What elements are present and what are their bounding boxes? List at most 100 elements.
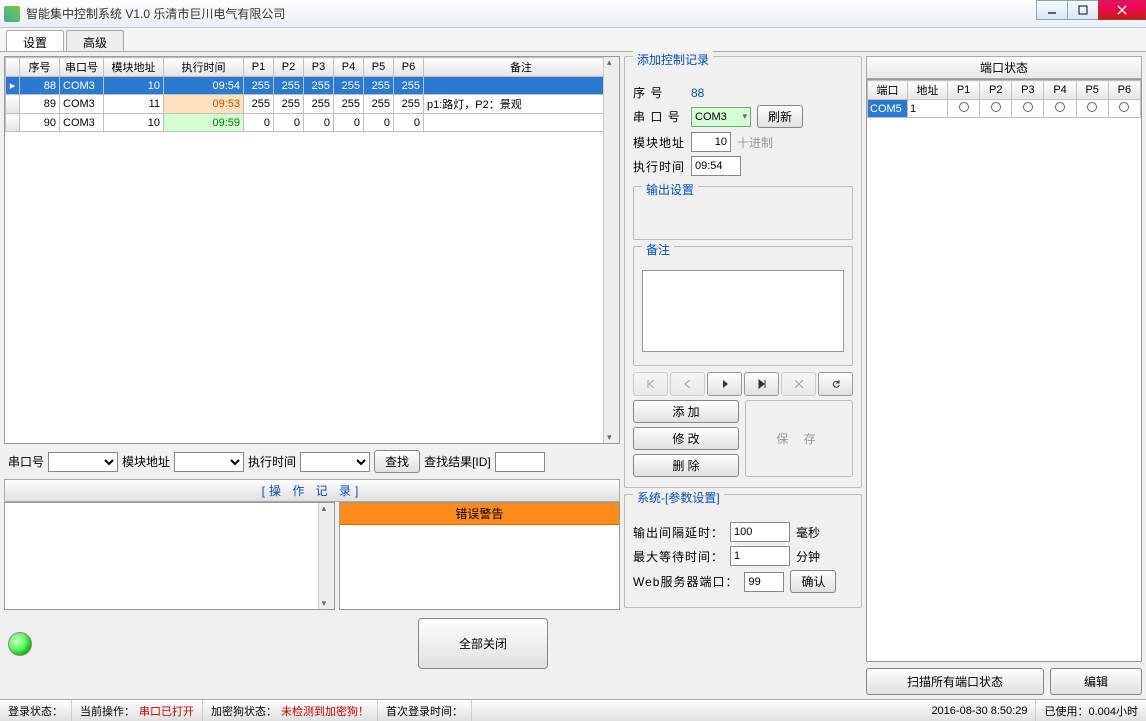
col-seq[interactable]: 序号 xyxy=(20,58,60,77)
filter-time-label: 执行时间 xyxy=(248,453,296,470)
p2-dot xyxy=(991,102,1001,112)
table-row[interactable]: ▸88COM31009:54255255255255255255 xyxy=(6,77,619,95)
cell-port: COM3 xyxy=(60,77,104,95)
col-p1[interactable]: P1 xyxy=(244,58,274,77)
pcol-p3[interactable]: P3 xyxy=(1012,81,1044,100)
records-table[interactable]: 序号 串口号 模块地址 执行时间 P1 P2 P3 P4 P5 P6 备注 ▸8… xyxy=(5,57,619,132)
table-scrollbar[interactable] xyxy=(603,57,619,443)
col-p2[interactable]: P2 xyxy=(274,58,304,77)
modify-button[interactable]: 修 改 xyxy=(633,427,739,450)
find-result-input[interactable] xyxy=(495,452,545,472)
oplog-box[interactable] xyxy=(4,502,335,610)
save-button[interactable]: 保 存 xyxy=(745,400,853,477)
window-title: 智能集中控制系统 V1.0 乐清市巨川电气有限公司 xyxy=(26,5,1142,22)
filter-port-label: 串口号 xyxy=(8,453,44,470)
note-group: 备注 xyxy=(633,246,853,366)
p3-dot xyxy=(1023,102,1033,112)
nav-prev-button xyxy=(670,372,705,396)
col-port[interactable]: 串口号 xyxy=(60,58,104,77)
nav-refresh-button[interactable] xyxy=(818,372,853,396)
time-input[interactable] xyxy=(691,156,741,176)
cell-seq: 89 xyxy=(20,95,60,114)
first-login: 首次登录时间： xyxy=(378,700,472,721)
port-table[interactable]: 端口 地址 P1 P2 P3 P4 P5 P6 COM5 1 xyxy=(867,80,1141,118)
col-time[interactable]: 执行时间 xyxy=(164,58,244,77)
note-group-title: 备注 xyxy=(642,241,674,258)
find-button[interactable]: 查找 xyxy=(374,450,420,473)
maximize-button[interactable] xyxy=(1067,0,1099,20)
refresh-button[interactable]: 刷新 xyxy=(757,105,803,128)
cell-port: COM3 xyxy=(60,95,104,114)
confirm-button[interactable]: 确认 xyxy=(790,570,836,593)
tab-advanced[interactable]: 高级 xyxy=(66,30,124,51)
cell-time: 09:54 xyxy=(164,77,244,95)
tab-settings[interactable]: 设置 xyxy=(6,30,64,51)
filter-row: 串口号 模块地址 执行时间 查找 查找结果[ID] xyxy=(4,444,620,479)
delete-button[interactable]: 删 除 xyxy=(633,454,739,477)
port-status-title: 端口状态 xyxy=(866,56,1142,79)
col-note[interactable]: 备注 xyxy=(424,58,619,77)
pcol-p6[interactable]: P6 xyxy=(1108,81,1140,100)
right-buttons: 扫描所有端口状态 编辑 xyxy=(866,662,1142,695)
minimize-button[interactable] xyxy=(1036,0,1068,20)
delay-unit: 毫秒 xyxy=(796,524,820,541)
filter-time-combo[interactable] xyxy=(300,452,370,472)
table-row[interactable]: 89COM31109:53255255255255255255p1:路灯，P2：… xyxy=(6,95,619,114)
col-addr[interactable]: 模块地址 xyxy=(104,58,164,77)
oplog-scrollbar[interactable] xyxy=(318,503,334,609)
cell-seq: 90 xyxy=(20,114,60,132)
addr-input[interactable] xyxy=(691,132,731,152)
row-indicator xyxy=(6,95,20,114)
col-p6[interactable]: P6 xyxy=(394,58,424,77)
delay-label: 输出间隔延时： xyxy=(633,524,724,541)
oplog-row: 错误警告 xyxy=(4,502,620,610)
output-group: 输出设置 xyxy=(633,186,853,240)
port-combo[interactable]: COM3 xyxy=(691,107,751,127)
pcol-addr[interactable]: 地址 xyxy=(908,81,948,100)
used-time: 已使用：0.004小时 xyxy=(1036,700,1146,721)
col-p3[interactable]: P3 xyxy=(304,58,334,77)
delay-input[interactable] xyxy=(730,522,790,542)
nav-next-button[interactable] xyxy=(707,372,742,396)
cell-note xyxy=(424,77,619,95)
nav-row xyxy=(633,372,853,396)
left-column: 序号 串口号 模块地址 执行时间 P1 P2 P3 P4 P5 P6 备注 ▸8… xyxy=(4,56,620,695)
pcol-p1[interactable]: P1 xyxy=(948,81,980,100)
scan-ports-button[interactable]: 扫描所有端口状态 xyxy=(866,668,1044,695)
add-group-title: 添加控制记录 xyxy=(633,51,713,68)
col-p5[interactable]: P5 xyxy=(364,58,394,77)
cell-p2: 0 xyxy=(274,114,304,132)
wait-input[interactable] xyxy=(730,546,790,566)
status-bar: 登录状态： 当前操作：串口已打开 加密狗状态：未检测到加密狗！ 首次登录时间： … xyxy=(0,699,1146,721)
pcol-port[interactable]: 端口 xyxy=(868,81,908,100)
seq-label: 序 号 xyxy=(633,84,685,101)
pcol-p5[interactable]: P5 xyxy=(1076,81,1108,100)
table-row[interactable]: 90COM31009:59000000 xyxy=(6,114,619,132)
filter-addr-combo[interactable] xyxy=(174,452,244,472)
addr-cell: 1 xyxy=(908,100,948,118)
port-table-wrap: 端口 地址 P1 P2 P3 P4 P5 P6 COM5 1 xyxy=(866,79,1142,662)
cell-seq: 88 xyxy=(20,77,60,95)
close-button[interactable] xyxy=(1098,0,1146,20)
web-input[interactable] xyxy=(744,572,784,592)
col-p4[interactable]: P4 xyxy=(334,58,364,77)
cell-p5: 255 xyxy=(364,95,394,114)
port-row[interactable]: COM5 1 xyxy=(868,100,1141,118)
cell-port: COM3 xyxy=(60,114,104,132)
pcol-p2[interactable]: P2 xyxy=(980,81,1012,100)
cell-p3: 0 xyxy=(304,114,334,132)
p5-dot xyxy=(1087,102,1097,112)
window-buttons xyxy=(1037,0,1146,20)
cell-p6: 255 xyxy=(394,77,424,95)
close-all-button[interactable]: 全部关闭 xyxy=(418,618,548,669)
nav-last-button[interactable] xyxy=(744,372,779,396)
cell-p6: 255 xyxy=(394,95,424,114)
cell-p2: 255 xyxy=(274,77,304,95)
filter-port-combo[interactable] xyxy=(48,452,118,472)
error-box[interactable]: 错误警告 xyxy=(339,502,620,610)
add-button[interactable]: 添 加 xyxy=(633,400,739,423)
row-indicator: ▸ xyxy=(6,77,20,95)
pcol-p4[interactable]: P4 xyxy=(1044,81,1076,100)
note-textarea[interactable] xyxy=(642,270,844,352)
edit-button[interactable]: 编辑 xyxy=(1050,668,1142,695)
